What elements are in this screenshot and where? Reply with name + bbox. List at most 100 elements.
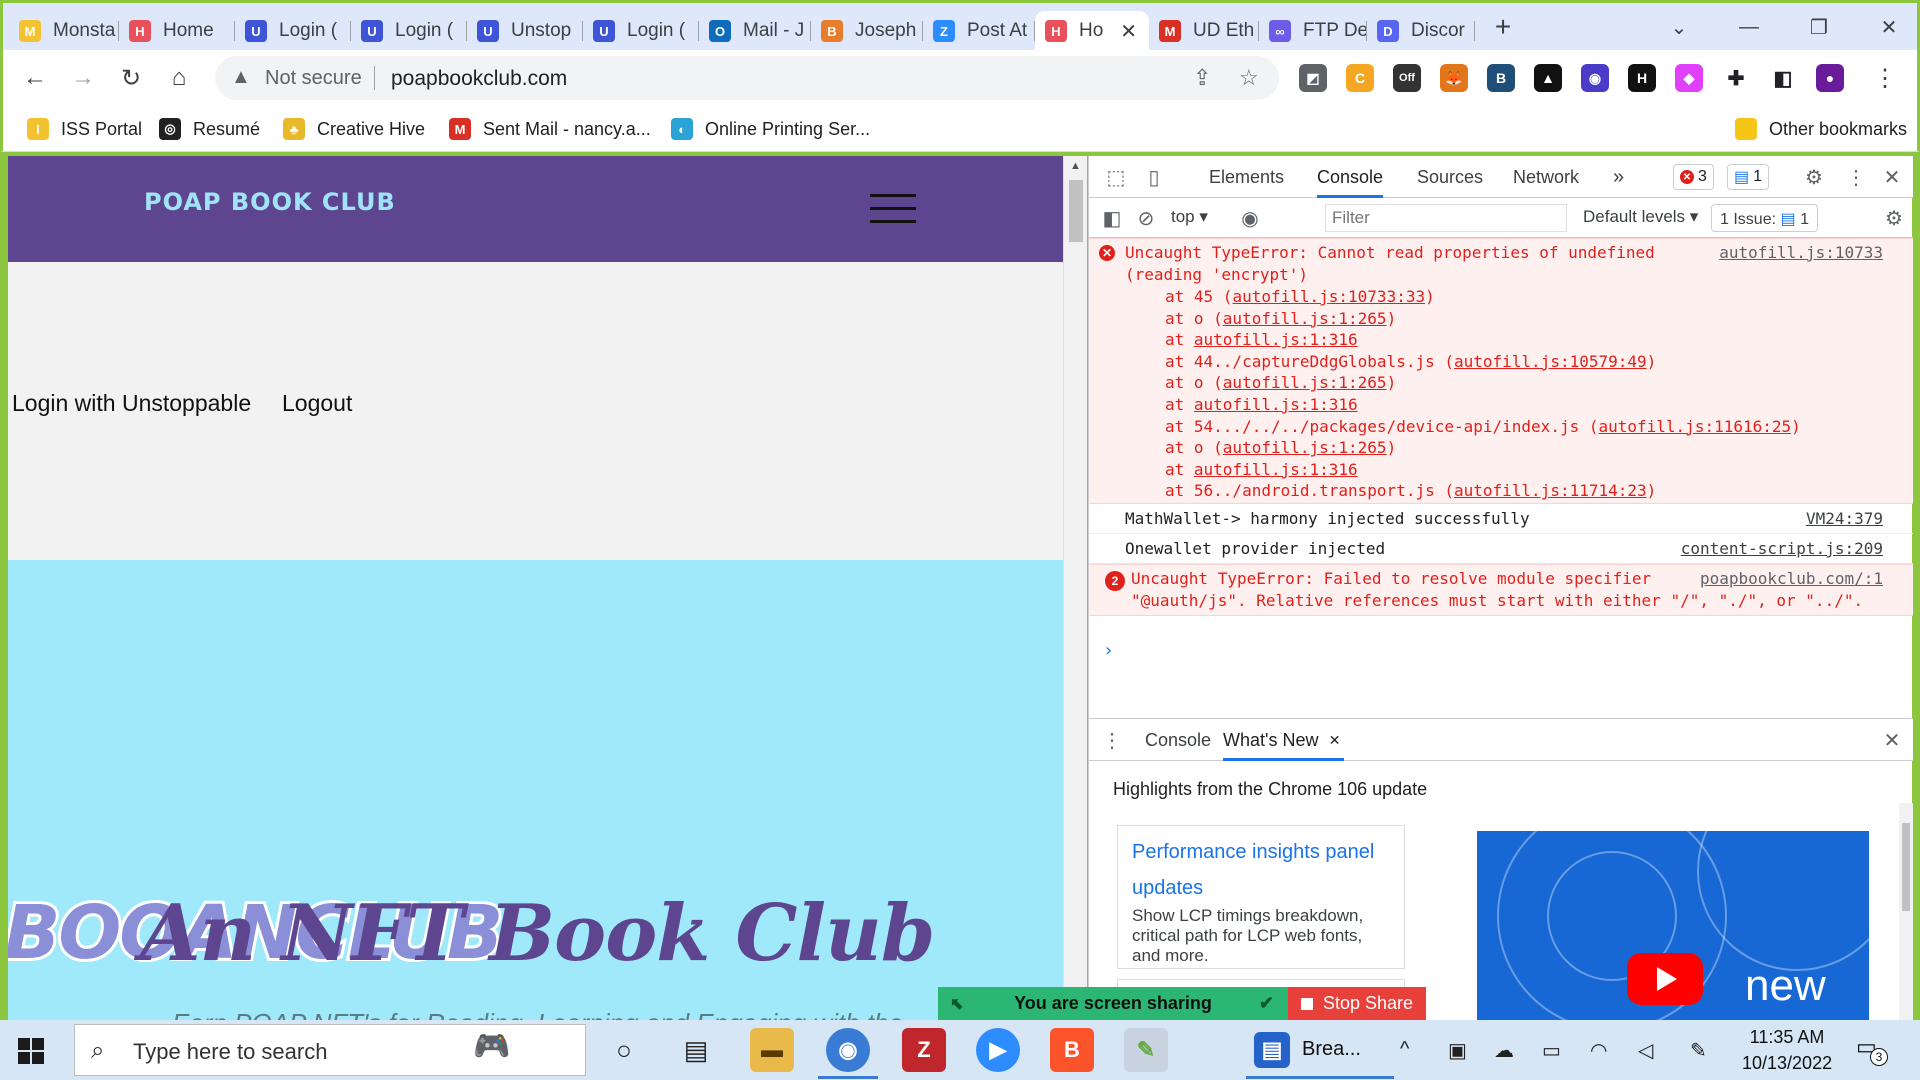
other-bookmarks[interactable]: Other bookmarks (1735, 116, 1907, 142)
browser-tab[interactable]: O Mail - J (699, 11, 811, 51)
more-tabs-icon[interactable]: » (1613, 156, 1624, 198)
profile-icon[interactable]: ● (1816, 64, 1844, 92)
message-count-badge[interactable]: ▤ 1 (1727, 164, 1770, 190)
share-icon[interactable]: ⇪ (1193, 65, 1211, 91)
whats-new-video-thumbnail[interactable]: new (1477, 831, 1869, 1021)
wifi-icon[interactable]: ◠ (1590, 1038, 1607, 1063)
feature-card-title[interactable]: Performance insights panel updates (1132, 834, 1390, 906)
running-app-label[interactable]: Brea... (1302, 1038, 1361, 1061)
browser-tab[interactable]: U Login ( (351, 11, 467, 51)
stack-frame-link[interactable]: autofill.js:1:265 (1223, 309, 1387, 328)
devtools-menu-icon[interactable]: ⋮ (1843, 164, 1869, 190)
browser-tab[interactable]: D Discor (1367, 11, 1475, 51)
url-text[interactable]: poapbookclub.com (391, 67, 567, 91)
home-button[interactable]: ⌂ (161, 60, 197, 96)
tray-overflow-chevron-icon[interactable]: ^ (1400, 1038, 1409, 1061)
ext-b-icon[interactable]: B (1487, 64, 1515, 92)
browser-tab[interactable]: U Login ( (583, 11, 699, 51)
volume-icon[interactable]: ◁ (1638, 1038, 1653, 1063)
bookmark-item[interactable]: ◐ Online Printing Ser... (671, 116, 870, 142)
source-link[interactable]: poapbookclub.com/:1 (1700, 569, 1883, 588)
stack-frame-link[interactable]: autofill.js:1:316 (1194, 330, 1358, 349)
stack-frame-link[interactable]: autofill.js:1:316 (1194, 460, 1358, 479)
drawer-menu-icon[interactable]: ⋮ (1099, 727, 1125, 753)
stack-frame-link[interactable]: autofill.js:11616:25 (1598, 417, 1791, 436)
error-count-badge[interactable]: ✕ 3 (1673, 164, 1714, 190)
ext-a-icon[interactable]: ◩ (1299, 64, 1327, 92)
back-button[interactable]: ← (17, 60, 53, 96)
zoom-icon[interactable]: ▶ (976, 1028, 1020, 1072)
issues-button[interactable]: 1 Issue: ▤ 1 (1711, 204, 1818, 232)
paint-icon[interactable]: ✎ (1124, 1028, 1168, 1072)
bookmark-item[interactable]: ◎ Resumé (159, 116, 260, 142)
notification-center-icon[interactable]: ▭ 3 (1856, 1034, 1888, 1066)
close-devtools-icon[interactable]: ✕ (1879, 164, 1905, 190)
bookmark-item[interactable]: ♣ Creative Hive (283, 116, 425, 142)
filezilla-icon[interactable]: Z (902, 1028, 946, 1072)
stack-frame-link[interactable]: autofill.js:1:265 (1223, 373, 1387, 392)
tab-search-button[interactable]: ⌄ (1659, 11, 1699, 43)
ext-f-icon[interactable]: ◆ (1675, 64, 1703, 92)
stack-frame-link[interactable]: autofill.js:10733:33 (1232, 287, 1425, 306)
feature-card[interactable]: Performance insights panel updates Show … (1117, 825, 1405, 969)
address-bar[interactable]: ▲ Not secure poapbookclub.com ⇪ ☆ (215, 56, 1279, 100)
close-tab-icon[interactable]: ✕ (1329, 719, 1341, 761)
console-prompt[interactable]: › (1103, 640, 1114, 661)
side-panel-icon[interactable]: ◧ (1769, 64, 1797, 92)
stop-share-button[interactable]: Stop Share (1288, 987, 1426, 1020)
forward-button[interactable]: → (65, 60, 101, 96)
login-unstoppable-link[interactable]: Login with Unstoppable (12, 390, 251, 417)
minimize-button[interactable]: — (1729, 11, 1769, 43)
inspect-element-icon[interactable]: ⬚ (1103, 164, 1129, 190)
ext-off-icon[interactable]: Off (1393, 64, 1421, 92)
brave-icon[interactable]: B (1050, 1028, 1094, 1072)
security-label[interactable]: Not secure (265, 67, 362, 90)
source-link[interactable]: autofill.js:10733 (1719, 243, 1883, 262)
browser-tab[interactable]: Z Post At (923, 11, 1035, 51)
live-expression-eye-icon[interactable]: ◉ (1237, 205, 1263, 231)
page-scrollbar[interactable]: ▲ (1063, 156, 1087, 1020)
source-link[interactable]: content-script.js:209 (1681, 539, 1883, 558)
tab-sources[interactable]: Sources (1417, 156, 1483, 198)
bookmark-item[interactable]: M Sent Mail - nancy.a... (449, 116, 651, 142)
browser-tab[interactable]: H Ho ✕ (1035, 11, 1149, 51)
clear-console-icon[interactable]: ⊘ (1133, 205, 1159, 231)
browser-tab[interactable]: U Login ( (235, 11, 351, 51)
console-settings-gear-icon[interactable]: ⚙ (1881, 205, 1907, 231)
source-link[interactable]: VM24:379 (1806, 509, 1883, 528)
browser-tab[interactable]: U Unstop (467, 11, 583, 51)
browser-tab[interactable]: B Joseph (811, 11, 923, 51)
browser-tab[interactable]: M UD Eth (1149, 11, 1259, 51)
tray-device-icon[interactable]: ▣ (1448, 1038, 1467, 1063)
windows-start-icon[interactable] (18, 1038, 44, 1064)
bookmark-item[interactable]: I ISS Portal (27, 116, 142, 142)
tab-elements[interactable]: Elements (1209, 156, 1284, 198)
close-tab-icon[interactable]: ✕ (1120, 19, 1137, 44)
onedrive-cloud-icon[interactable]: ☁ (1494, 1038, 1514, 1063)
ext-c-icon[interactable]: ▲ (1534, 64, 1562, 92)
reload-button[interactable]: ↻ (113, 60, 149, 96)
stack-frame-link[interactable]: autofill.js:1:316 (1194, 395, 1358, 414)
scroll-up-arrow-icon[interactable]: ▲ (1070, 160, 1081, 172)
ext-metamask-icon[interactable]: 🦊 (1440, 64, 1468, 92)
drawer-tab-whats-new[interactable]: What's New ✕ (1223, 719, 1345, 761)
pen-icon[interactable]: ✎ (1690, 1038, 1707, 1063)
browser-tab[interactable]: M Monsta (9, 11, 119, 51)
stack-frame-link[interactable]: autofill.js:11714:23 (1454, 481, 1647, 500)
ext-coupon-icon[interactable]: C (1346, 64, 1374, 92)
taskbar-search-box[interactable]: ⌕ Type here to search 🎮 (74, 1024, 586, 1076)
play-button-icon[interactable] (1627, 953, 1703, 1005)
warning-triangle-icon[interactable]: ▲ (231, 66, 251, 89)
restore-button[interactable]: ❐ (1799, 11, 1839, 43)
battery-icon[interactable]: ▭ (1542, 1038, 1561, 1063)
tab-network[interactable]: Network (1513, 156, 1579, 198)
close-window-button[interactable]: ✕ (1869, 11, 1909, 43)
console-filter-input[interactable] (1325, 204, 1567, 232)
logout-link[interactable]: Logout (282, 390, 352, 417)
stack-frame-link[interactable]: autofill.js:10579:49 (1454, 352, 1647, 371)
chrome-icon[interactable]: ◉ (826, 1028, 870, 1072)
bookmark-star-icon[interactable]: ☆ (1239, 65, 1259, 91)
browser-tab[interactable]: H Home (119, 11, 235, 51)
drawer-scroll-thumb[interactable] (1902, 823, 1910, 911)
browser-tab[interactable]: ∞ FTP De (1259, 11, 1367, 51)
